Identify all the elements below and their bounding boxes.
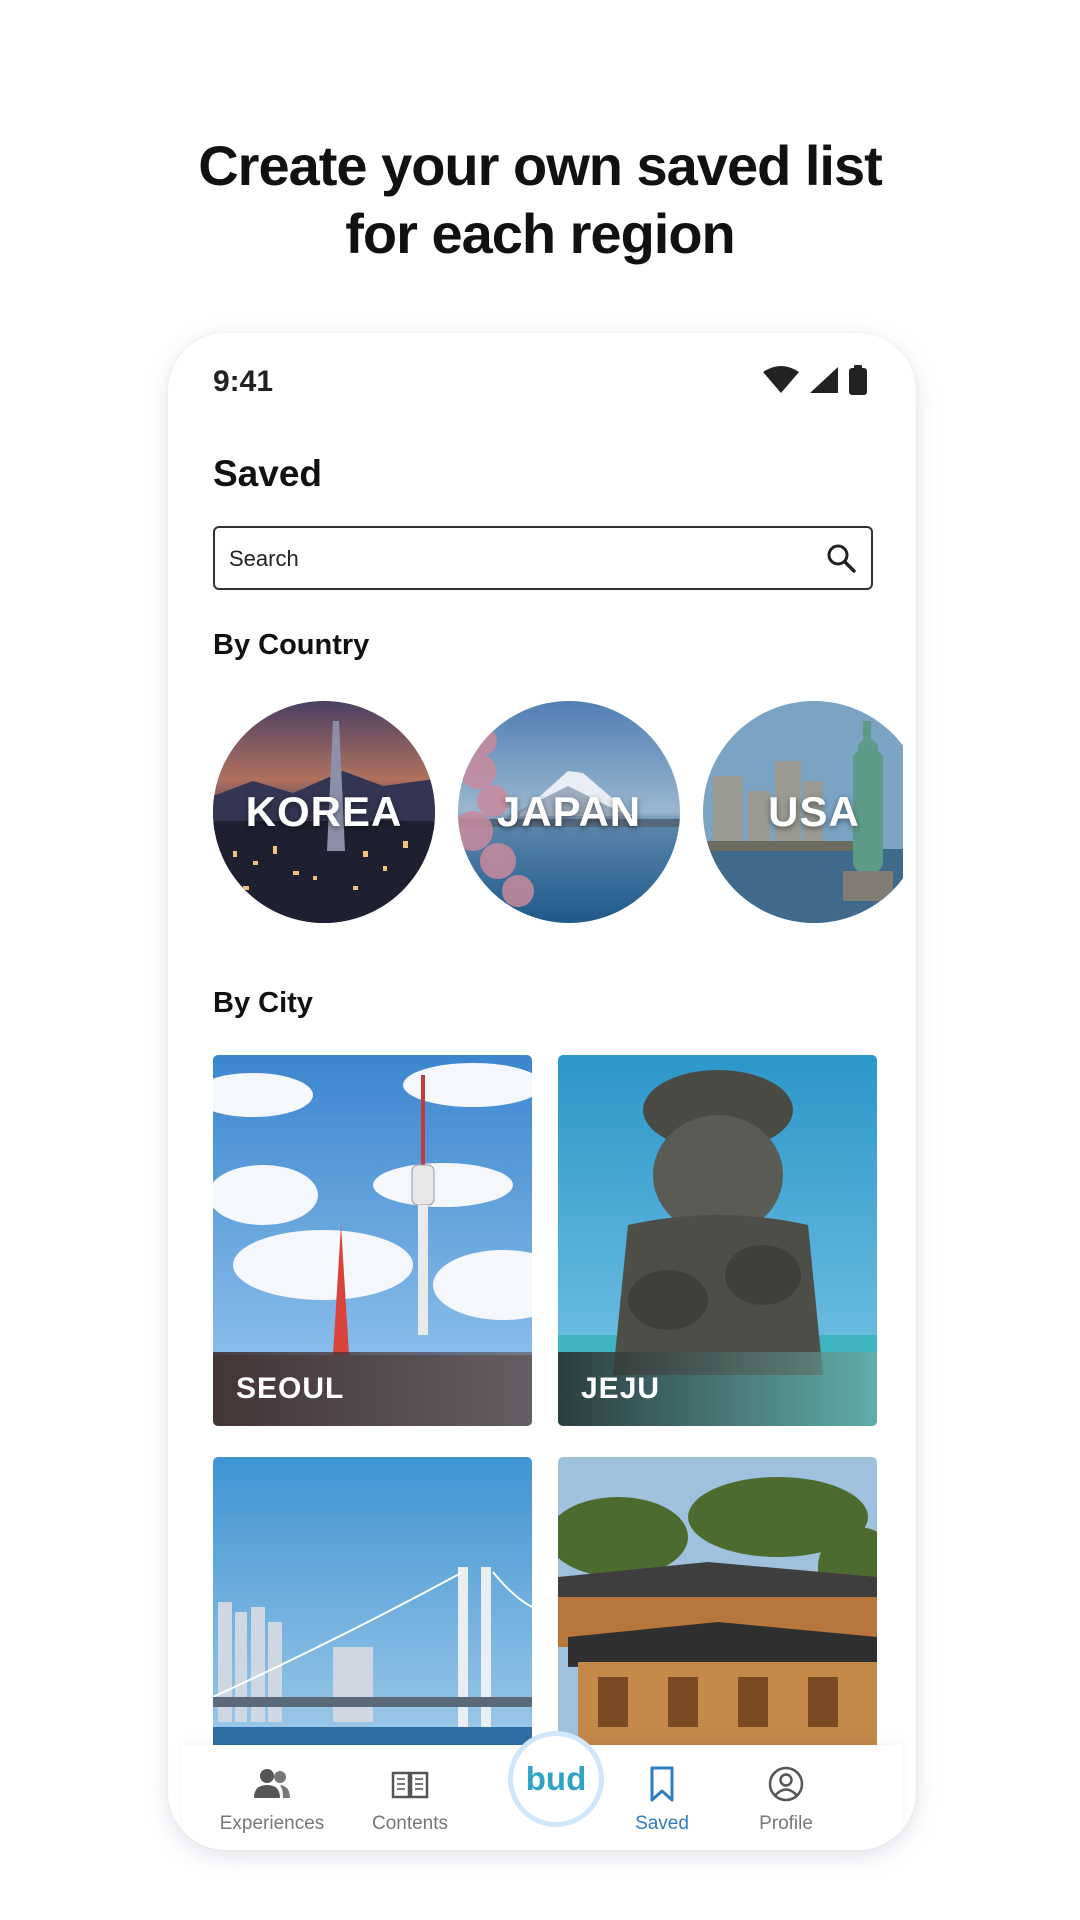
tab-label: Profile [759,1813,813,1834]
tab-saved[interactable]: Saved [597,1745,727,1850]
city-card-seoul[interactable]: SEOUL [213,1055,532,1426]
search-bar[interactable] [213,526,873,590]
by-city-heading: By City [213,987,313,1019]
status-bar: 9:41 [168,333,916,433]
page-title: Saved [213,453,323,494]
bottom-tab-bar: Experiences Contents bud Saved Profile [182,1731,902,1850]
bookmark-icon [650,1766,674,1802]
city-card-jeju[interactable]: JEJU [558,1055,877,1426]
country-card-usa[interactable]: USA [703,701,903,923]
tab-label: Saved [635,1813,689,1834]
tab-label: Experiences [219,1813,325,1834]
people-icon [254,1769,290,1798]
phone-frame: 9:41 Saved By Country [168,333,916,1850]
book-icon [391,1771,429,1799]
country-card-korea[interactable]: KOREA [213,701,435,923]
headline-line-2: for each region [345,202,736,265]
search-icon[interactable] [825,542,857,574]
city-label: SEOUL [236,1372,345,1405]
wifi-icon [763,366,799,393]
status-time: 9:41 [213,365,274,398]
country-label: USA [768,788,860,835]
cellular-signal-icon [810,367,838,393]
bud-home-button[interactable]: bud [508,1731,604,1827]
tab-profile[interactable]: Profile [721,1745,851,1850]
headline-line-1: Create your own saved list [198,134,883,197]
tab-contents[interactable]: Contents [345,1745,475,1850]
bud-logo: bud [525,1760,587,1797]
status-icons [762,365,868,395]
city-label: JEJU [581,1372,661,1405]
country-carousel[interactable]: KOREA JAPAN USA [213,701,903,925]
profile-icon [768,1766,804,1802]
country-card-japan[interactable]: JAPAN [458,701,680,923]
search-input[interactable] [227,528,811,590]
country-label: JAPAN [496,788,642,835]
tab-experiences[interactable]: Experiences [207,1745,337,1850]
country-label: KOREA [245,788,403,835]
marketing-headline: Create your own saved list for each regi… [0,132,1080,268]
by-country-heading: By Country [213,629,370,661]
tab-label: Contents [371,1813,449,1834]
battery-icon [849,365,867,395]
